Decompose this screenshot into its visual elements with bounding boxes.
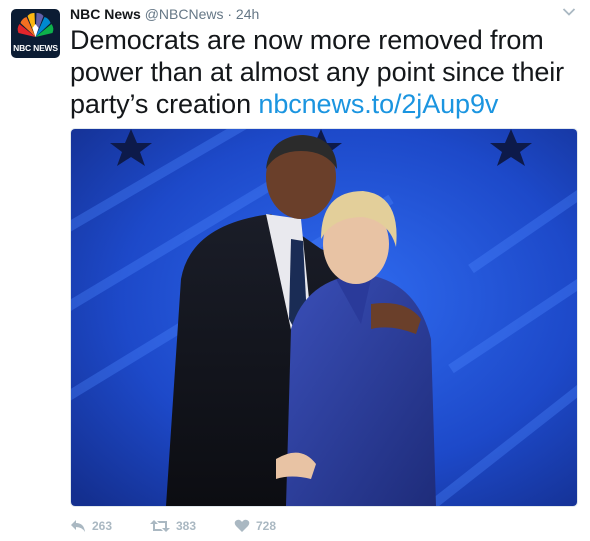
- reply-button[interactable]: 263: [70, 516, 112, 536]
- tweet-timestamp[interactable]: 24h: [236, 6, 259, 22]
- tweet-photo[interactable]: [70, 128, 578, 507]
- heart-icon: [234, 519, 250, 532]
- reply-count: 263: [92, 519, 113, 533]
- tweet-text: Democrats are now more removed from powe…: [70, 24, 580, 120]
- like-button[interactable]: 728: [234, 516, 276, 536]
- reply-icon: [71, 520, 85, 532]
- like-count: 728: [256, 519, 277, 533]
- tweet-actions: 263 383 728: [70, 516, 370, 536]
- tweet-link[interactable]: nbcnews.to/2jAup9v: [258, 89, 498, 119]
- retweet-count: 383: [176, 519, 197, 533]
- retweet-icon: [150, 520, 170, 532]
- retweet-button[interactable]: 383: [150, 516, 196, 536]
- avatar-logo-text: NBC NEWS: [13, 43, 58, 53]
- nbc-peacock-icon: [17, 12, 54, 37]
- chevron-down-icon[interactable]: [562, 7, 576, 17]
- tweet-header: NBC News @NBCNews · 24h: [70, 5, 259, 23]
- author-name[interactable]: NBC News: [70, 6, 141, 22]
- separator-dot: ·: [227, 6, 233, 22]
- avatar[interactable]: NBC NEWS: [11, 9, 60, 58]
- photo-image: [71, 129, 577, 506]
- author-handle[interactable]: @NBCNews: [145, 6, 224, 22]
